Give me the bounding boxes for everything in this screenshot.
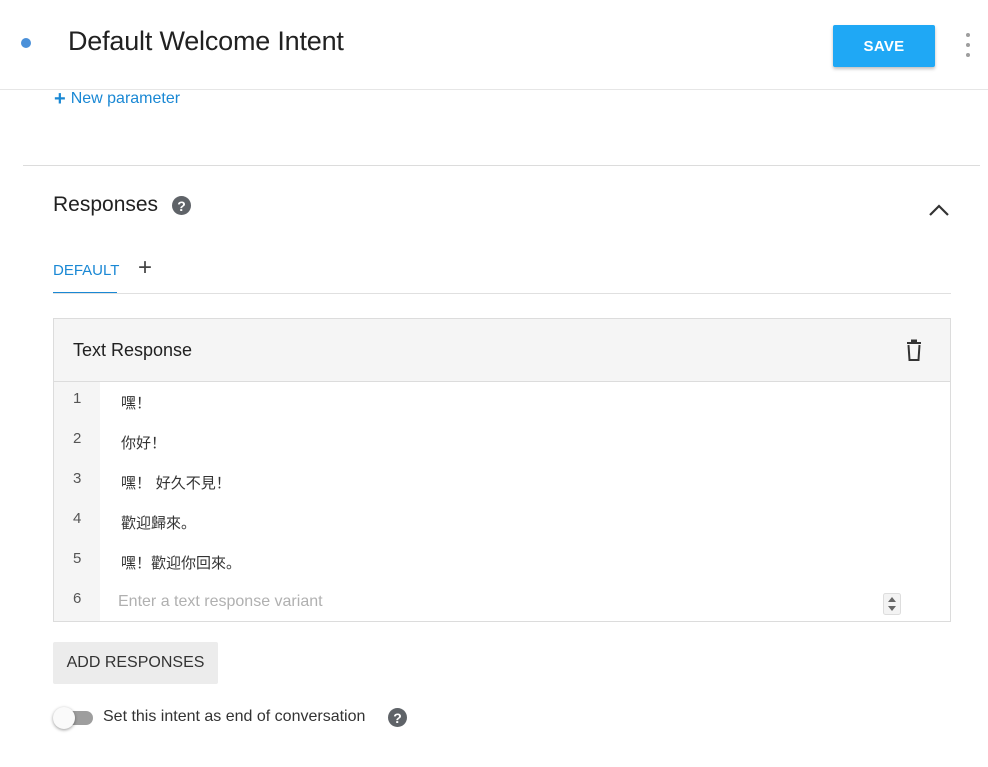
end-conversation-label: Set this intent as end of conversation (103, 708, 366, 725)
tab-default[interactable]: DEFAULT (53, 256, 119, 294)
response-text[interactable]: 歡迎歸來。 (121, 512, 196, 533)
row-number: 5 (73, 550, 82, 567)
status-dot-icon (21, 38, 31, 48)
intent-title[interactable]: Default Welcome Intent (68, 26, 344, 57)
text-response-card: Text Response 1 嘿！ 2 你好！ 3 嘿！ 好久不見！ 4 歡迎… (53, 318, 951, 622)
row-number: 3 (73, 470, 82, 487)
text-response-title: Text Response (73, 340, 193, 360)
chevron-up-icon[interactable] (926, 200, 952, 220)
section-divider (23, 165, 980, 166)
response-text[interactable]: 嘿！歡迎你回來。 (121, 552, 241, 573)
response-text[interactable]: 嘿！ (121, 392, 151, 413)
row-number: 2 (73, 430, 82, 447)
intent-header: Default Welcome Intent SAVE (0, 0, 988, 90)
question-circle-icon[interactable]: ? (172, 196, 191, 215)
response-input-row: 6 (54, 582, 950, 622)
row-number: 4 (73, 510, 82, 527)
row-number: 1 (73, 390, 82, 407)
question-circle-icon[interactable]: ? (388, 708, 407, 727)
response-row[interactable]: 1 嘿！ (54, 382, 950, 422)
new-parameter-link[interactable]: + New parameter (54, 88, 180, 110)
tab-underline (53, 293, 951, 294)
response-text[interactable]: 嘿！ 好久不見！ (121, 472, 231, 493)
add-tab-plus-icon[interactable]: + (138, 256, 152, 280)
end-conversation-toggle[interactable] (53, 707, 93, 729)
toggle-knob (53, 707, 75, 729)
response-row[interactable]: 5 嘿！歡迎你回來。 (54, 542, 950, 582)
response-row[interactable]: 4 歡迎歸來。 (54, 502, 950, 542)
more-vert-icon[interactable] (963, 33, 973, 57)
add-responses-button[interactable]: ADD RESPONSES (53, 642, 218, 684)
text-response-card-header: Text Response (54, 319, 950, 382)
response-row[interactable]: 2 你好！ (54, 422, 950, 462)
response-variant-input[interactable] (116, 588, 880, 616)
response-text[interactable]: 你好！ (121, 432, 166, 453)
plus-icon: + (54, 88, 66, 110)
resize-spinner-icon[interactable] (883, 593, 901, 615)
new-parameter-label: New parameter (70, 90, 181, 107)
response-row[interactable]: 3 嘿！ 好久不見！ (54, 462, 950, 502)
save-button[interactable]: SAVE (833, 25, 935, 67)
trash-icon[interactable] (904, 339, 924, 361)
responses-section-title: Responses (53, 193, 159, 216)
row-number: 6 (73, 590, 82, 607)
